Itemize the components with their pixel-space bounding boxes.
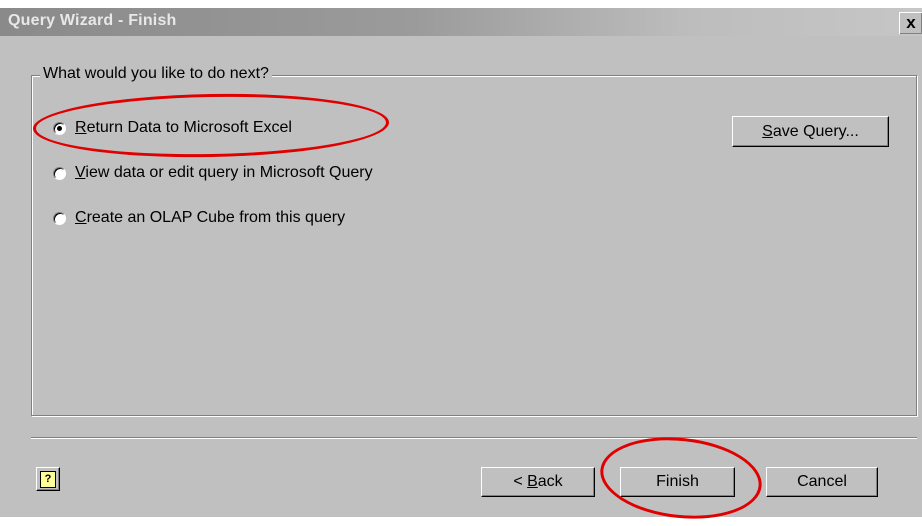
option-return-data[interactable]: Return Data to Microsoft Excel — [53, 119, 292, 137]
radio-return-data[interactable] — [53, 121, 66, 135]
back-button[interactable]: < Back — [481, 467, 595, 497]
help-button[interactable]: ? — [36, 467, 60, 491]
radio-view-edit-query[interactable] — [53, 166, 66, 180]
separator — [31, 437, 917, 439]
help-icon: ? — [40, 470, 56, 488]
title-bar: Query Wizard - Finish — [0, 8, 922, 36]
option-return-data-label[interactable]: Return Data to Microsoft Excel — [75, 119, 292, 137]
option-view-edit-query-label[interactable]: View data or edit query in Microsoft Que… — [75, 164, 373, 182]
cancel-button[interactable]: Cancel — [766, 467, 878, 497]
close-button[interactable]: x — [899, 12, 922, 34]
window-title: Query Wizard - Finish — [8, 12, 177, 29]
radio-create-olap-cube[interactable] — [53, 211, 66, 225]
option-view-edit-query[interactable]: View data or edit query in Microsoft Que… — [53, 164, 373, 182]
finish-button[interactable]: Finish — [620, 467, 735, 497]
group-legend: What would you like to do next? — [40, 65, 272, 83]
option-create-olap-cube[interactable]: Create an OLAP Cube from this query — [53, 209, 345, 227]
option-create-olap-cube-label[interactable]: Create an OLAP Cube from this query — [75, 209, 345, 227]
save-query-button[interactable]: Save Query... — [732, 116, 889, 147]
